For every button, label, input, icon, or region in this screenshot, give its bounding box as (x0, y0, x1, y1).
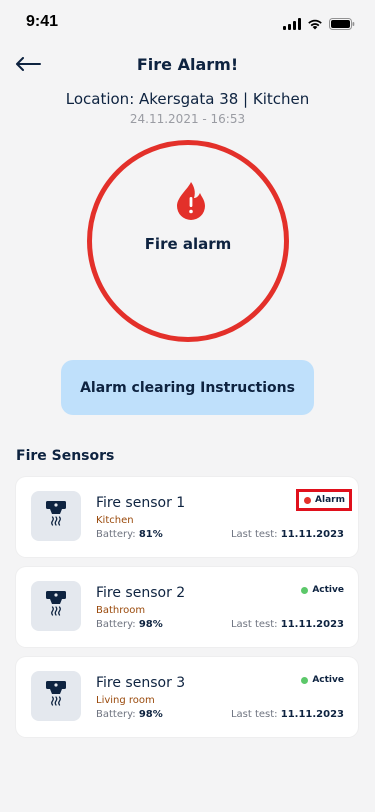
sensor-room: Bathroom (96, 605, 146, 616)
last-test-value: 11.11.2023 (280, 619, 344, 630)
sensor-room: Living room (96, 695, 155, 706)
last-test-label: Last test: (230, 529, 278, 540)
alarm-instructions-button[interactable]: Alarm clearing Instructions (61, 360, 314, 415)
last-test-value: 11.11.2023 (280, 709, 344, 720)
alarm-instructions-label: Alarm clearing Instructions (80, 379, 295, 396)
wifi-icon (307, 15, 323, 34)
sensor-name: Fire sensor 3 (96, 675, 186, 691)
sensors-section-title: Fire Sensors (16, 448, 115, 464)
fire-alert-icon (176, 181, 206, 221)
battery-label: Battery: (96, 529, 136, 540)
status-dot-icon (304, 496, 312, 504)
last-test-label: Last test: (230, 709, 278, 720)
status-badge: Active (301, 585, 344, 595)
event-timestamp: 24.11.2021 - 16:53 (129, 112, 246, 126)
status-dot-icon (301, 676, 309, 684)
last-test-value: 11.11.2023 (280, 529, 344, 540)
smoke-detector-icon (45, 590, 67, 622)
sensor-name: Fire sensor 1 (96, 495, 186, 511)
status-dot-icon (301, 586, 309, 594)
smoke-detector-icon (45, 500, 67, 532)
sensor-card-2[interactable]: Fire sensor 2 Bathroom Battery: 98% Last… (16, 567, 358, 647)
battery-label: Battery: (96, 619, 136, 630)
alarm-label: Fire alarm (144, 235, 232, 253)
status-time: 9:41 (26, 13, 59, 30)
event-location: Location: Akersgata 38 | Kitchen (65, 90, 310, 108)
battery-value: 98% (138, 619, 163, 630)
sensor-name: Fire sensor 2 (96, 585, 186, 601)
sensor-card-1[interactable]: Fire sensor 1 Kitchen Battery: 81% Last … (16, 477, 358, 557)
battery-label: Battery: (96, 709, 136, 720)
sensor-icon-box (31, 581, 81, 631)
status-badge: Active (301, 675, 344, 685)
sensor-battery: Battery: 81% (96, 529, 163, 540)
header: Fire Alarm! (0, 48, 375, 82)
sensor-icon-box (31, 671, 81, 721)
sensor-battery: Battery: 98% (96, 709, 163, 720)
page-title: Fire Alarm! (136, 55, 239, 74)
sensor-icon-box (31, 491, 81, 541)
battery-value: 81% (138, 529, 163, 540)
status-text: Active (312, 585, 344, 595)
battery-icon (329, 15, 355, 34)
signal-icon (283, 15, 301, 34)
sensor-last-test: Last test: 11.11.2023 (231, 529, 344, 540)
status-text: Alarm (315, 495, 345, 505)
sensor-card-3[interactable]: Fire sensor 3 Living room Battery: 98% L… (16, 657, 358, 737)
status-bar: 9:41 (0, 0, 375, 44)
status-icons (283, 15, 355, 34)
sensor-battery: Battery: 98% (96, 619, 163, 630)
sensor-room: Kitchen (96, 515, 134, 526)
sensor-last-test: Last test: 11.11.2023 (231, 709, 344, 720)
battery-value: 98% (138, 709, 163, 720)
status-text: Active (312, 675, 344, 685)
smoke-detector-icon (45, 680, 67, 712)
alarm-indicator: Fire alarm (87, 140, 289, 342)
last-test-label: Last test: (230, 619, 278, 630)
status-badge: Alarm (296, 489, 352, 511)
sensor-last-test: Last test: 11.11.2023 (231, 619, 344, 630)
